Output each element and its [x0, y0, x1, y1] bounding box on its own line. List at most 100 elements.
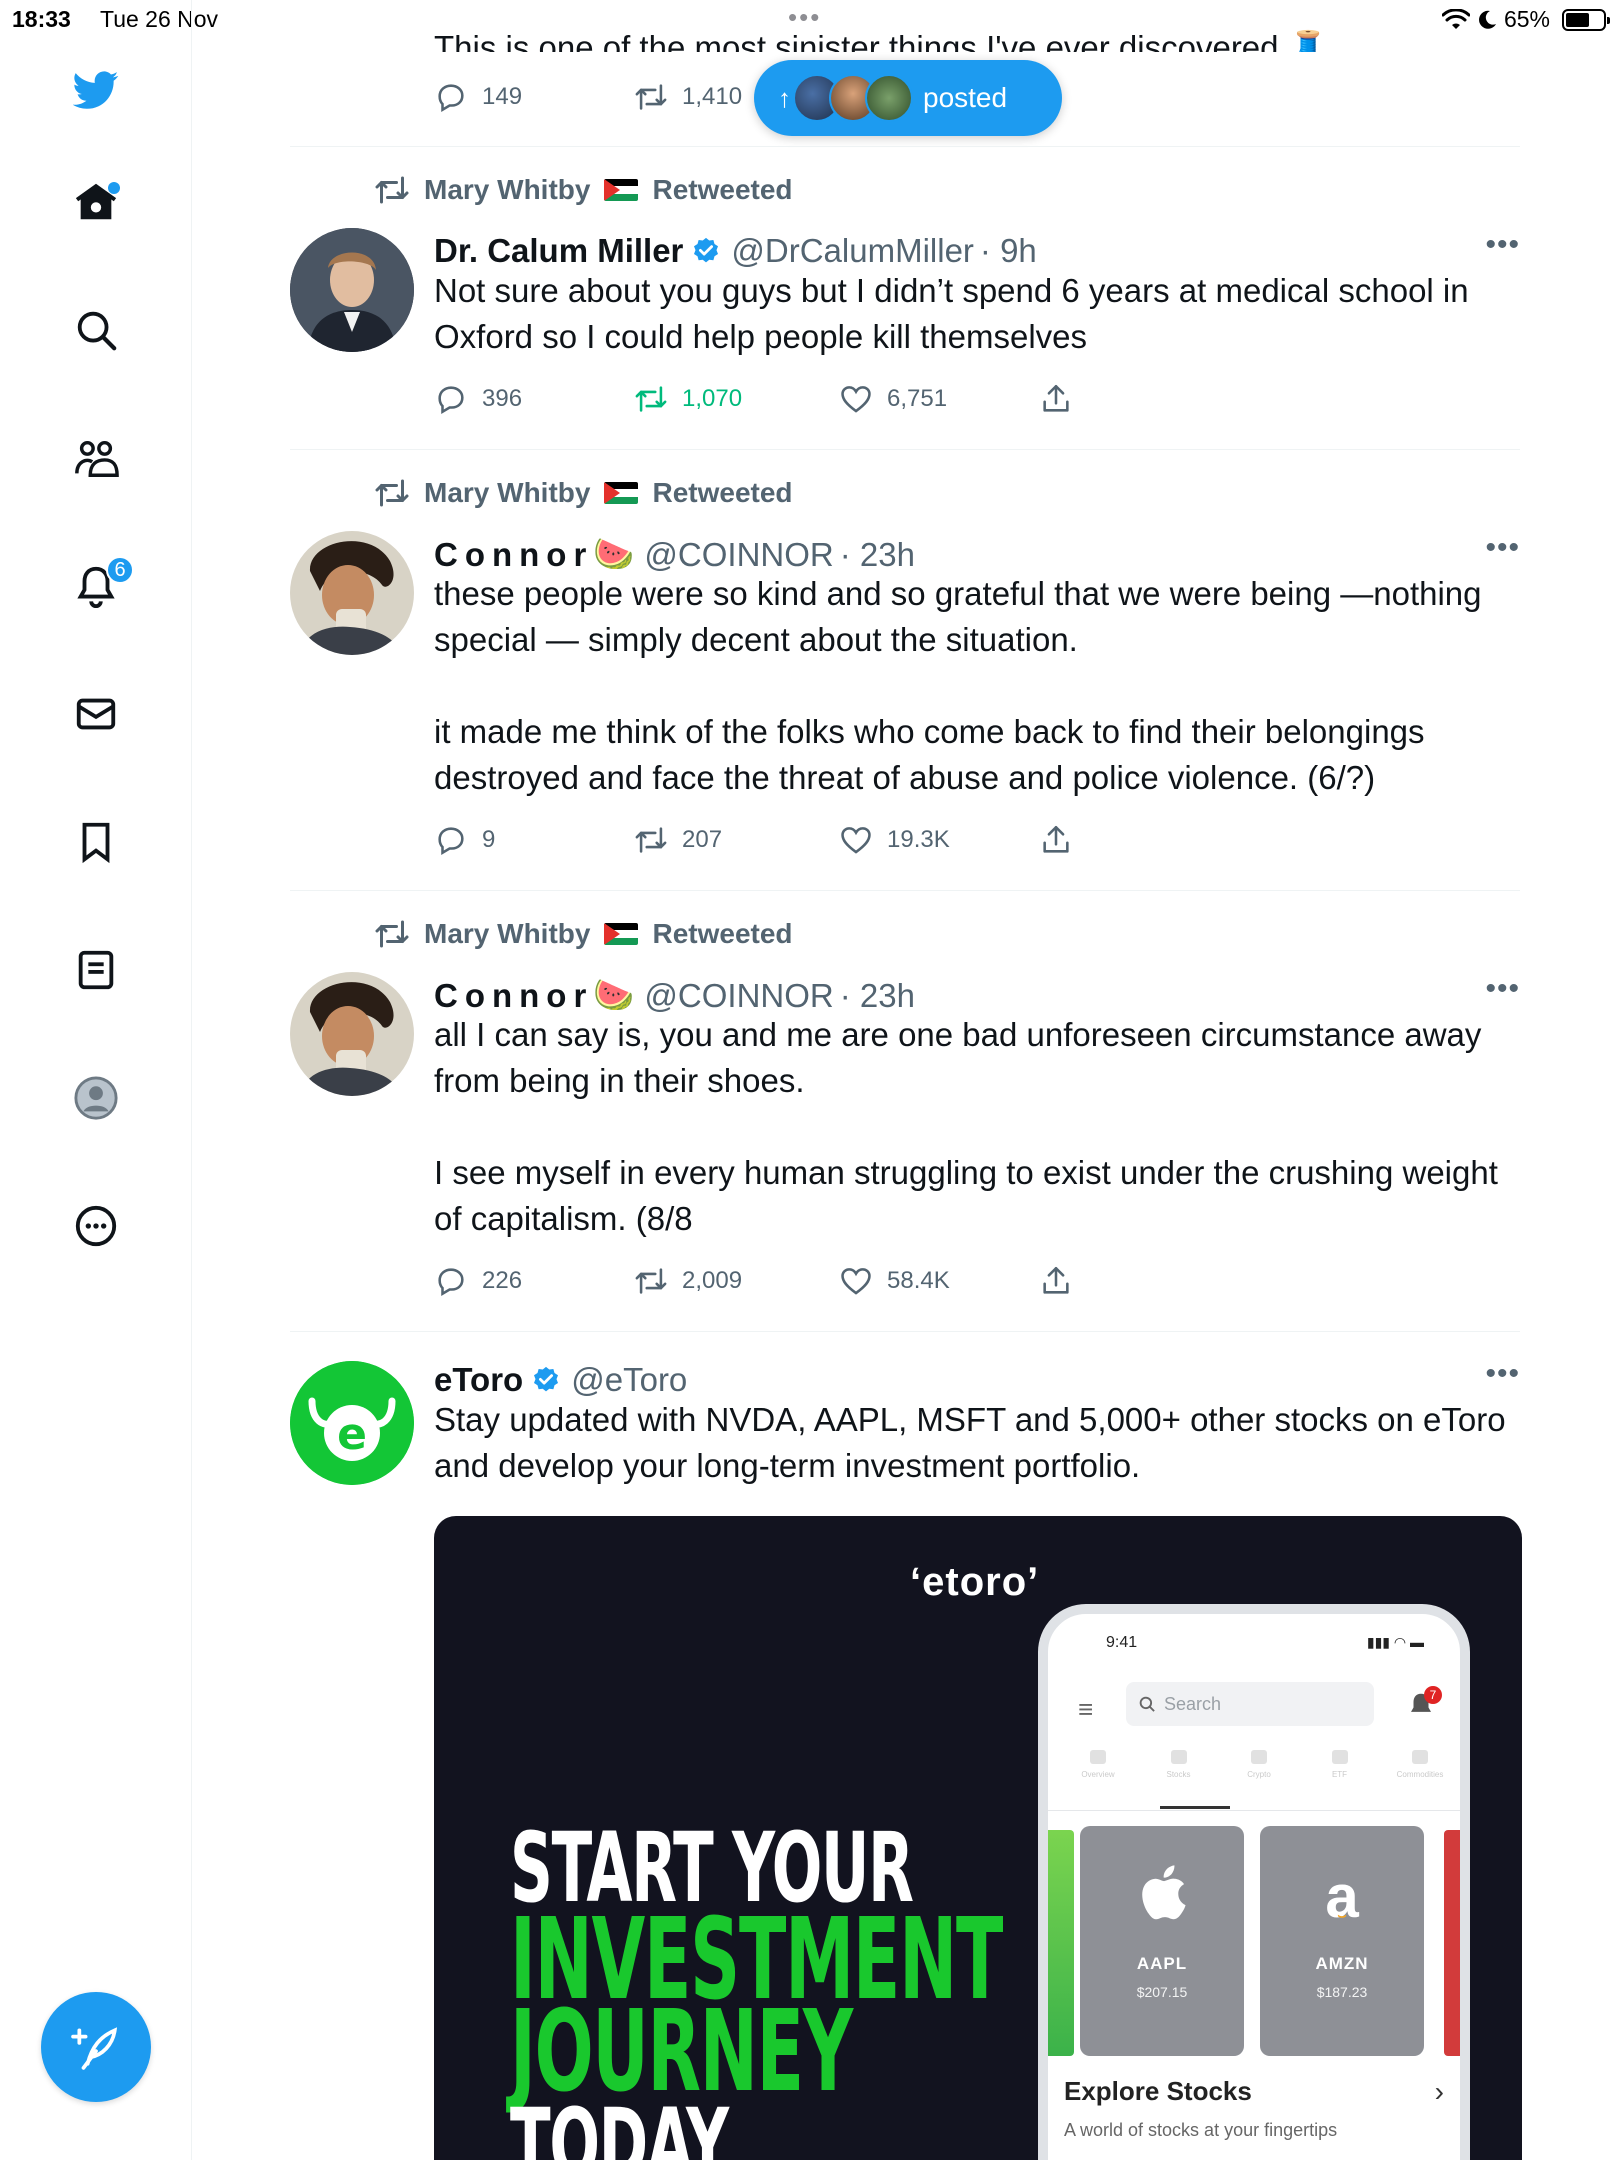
- more-options-icon[interactable]: •••: [1485, 228, 1520, 262]
- phone-tab: Crypto: [1229, 1750, 1289, 1802]
- svg-text:e: e: [337, 1409, 367, 1460]
- retweet-icon: [635, 386, 667, 412]
- search-icon: [1139, 1696, 1155, 1712]
- stock-card-partial: [1048, 1830, 1074, 2056]
- share-button[interactable]: [1039, 1264, 1073, 1298]
- retweeted-label: Retweeted: [652, 918, 793, 949]
- more-options-icon[interactable]: •••: [1485, 1357, 1520, 1391]
- tweet-paragraph: these people were so kind and so gratefu…: [434, 575, 1482, 658]
- heart-icon: [841, 827, 871, 854]
- stock-symbol: AMZN: [1315, 1954, 1369, 1973]
- like-count: 6,751: [887, 385, 948, 412]
- more-options-icon[interactable]: •••: [1485, 972, 1520, 1006]
- bookmark-icon[interactable]: [66, 812, 126, 872]
- like-button[interactable]: 6,751: [839, 382, 1039, 416]
- explore-title: Explore Stocks: [1064, 2076, 1252, 2106]
- tweet-body: Not sure about you guys but I didn’t spe…: [434, 268, 1514, 360]
- tweet-time[interactable]: · 23h: [840, 536, 915, 574]
- palestine-flag-icon: [604, 482, 639, 504]
- sidebar: 6: [0, 0, 192, 2160]
- ad-media-card[interactable]: ʻeToroʼ START YOUR INVESTMENT JOURNEY TO…: [434, 1516, 1522, 2160]
- retweet-button[interactable]: 2,009: [634, 1264, 839, 1298]
- tweet-header: Dr. Calum Miller @DrCalumMiller · 9h: [434, 232, 1037, 270]
- like-count: 19.3K: [887, 826, 950, 853]
- author-name[interactable]: Dr. Calum Miller: [434, 232, 683, 270]
- tweet[interactable]: Mary Whitby Retweeted Dr. Calum Miller @…: [290, 146, 1520, 449]
- moon-icon: [1479, 10, 1496, 29]
- verified-badge-icon: [534, 1366, 559, 1392]
- twitter-logo-icon[interactable]: [66, 60, 126, 120]
- reply-button[interactable]: 226: [434, 1264, 634, 1298]
- author-handle[interactable]: @eToro: [571, 1361, 687, 1399]
- apple-logo-icon: [1080, 1862, 1244, 1936]
- battery-icon: [1562, 8, 1610, 31]
- tweet-paragraph: Stay updated with NVDA, AAPL, MSFT and 5…: [434, 1401, 1506, 1484]
- avatar-portrait: [290, 228, 414, 352]
- bell-icon[interactable]: 6: [66, 556, 134, 616]
- share-icon: [1043, 1266, 1069, 1294]
- author-name[interactable]: eToro: [434, 1361, 523, 1399]
- author-handle[interactable]: @COINNOR: [644, 536, 833, 574]
- new-posts-pill[interactable]: ↑ posted: [754, 60, 1062, 136]
- phone-tab: Stocks: [1149, 1750, 1209, 1802]
- profile-icon[interactable]: [66, 1068, 126, 1128]
- tweet-paragraph: it made me think of the folks who come b…: [434, 713, 1425, 796]
- like-button[interactable]: 58.4K: [839, 1264, 1039, 1298]
- avatar[interactable]: [290, 531, 414, 655]
- author-name[interactable]: Connor: [434, 536, 593, 574]
- reply-button[interactable]: 9: [434, 823, 634, 857]
- ad-headline: START YOUR INVESTMENT JOURNEY TODAY: [510, 1820, 1003, 2160]
- more-circle-icon[interactable]: [66, 1196, 126, 1256]
- home-icon[interactable]: [66, 172, 126, 232]
- amazon-logo-icon: a ⌣: [1325, 1863, 1359, 1930]
- retweeter-name[interactable]: Mary Whitby: [424, 477, 590, 509]
- search-icon[interactable]: [66, 300, 126, 360]
- retweeter-name[interactable]: Mary Whitby: [424, 174, 590, 206]
- tweet-time[interactable]: · 9h: [980, 232, 1037, 270]
- retweeted-by-line: Mary Whitby Retweeted: [374, 916, 793, 952]
- share-button[interactable]: [1039, 382, 1073, 416]
- etoro-logo-avatar[interactable]: e: [290, 1361, 414, 1485]
- retweet-icon: [635, 84, 667, 110]
- verified-badge-icon: [694, 237, 719, 263]
- tweet[interactable]: Mary Whitby Retweeted Connor 🍉 @COINNOR …: [290, 449, 1520, 890]
- phone-bell-icon: 7: [1406, 1686, 1442, 1720]
- watermelon-emoji: 🍉: [593, 535, 635, 572]
- reply-button[interactable]: 149: [434, 80, 634, 114]
- retweet-button[interactable]: 1,070: [634, 382, 839, 416]
- phone-divider: [1048, 1810, 1460, 1811]
- reply-icon: [438, 386, 464, 415]
- mail-icon[interactable]: [66, 684, 126, 744]
- avatar[interactable]: [290, 972, 414, 1096]
- tweet-body: all I can say is, you and me are one bad…: [434, 1012, 1514, 1242]
- list-icon[interactable]: [66, 940, 126, 1000]
- phone-tab: Overview: [1068, 1750, 1128, 1802]
- author-handle[interactable]: @DrCalumMiller: [731, 232, 974, 270]
- like-button[interactable]: 19.3K: [839, 823, 1039, 857]
- retweeter-name[interactable]: Mary Whitby: [424, 918, 590, 950]
- palestine-flag-icon: [604, 923, 639, 945]
- stock-card: a ⌣ AMZN $187.23: [1260, 1826, 1424, 2056]
- share-icon: [1043, 825, 1069, 853]
- more-options-icon[interactable]: •••: [1485, 531, 1520, 565]
- stock-price: $207.15: [1136, 1984, 1188, 2000]
- compose-tweet-button[interactable]: [41, 1992, 151, 2102]
- tweet[interactable]: Mary Whitby Retweeted Connor 🍉 @COINNOR …: [290, 890, 1520, 1331]
- communities-icon[interactable]: [66, 428, 126, 488]
- ad-brand: eToro: [922, 1560, 1028, 1604]
- author-name[interactable]: Connor: [434, 977, 593, 1015]
- retweet-button[interactable]: 207: [634, 823, 839, 857]
- avatar: [865, 74, 913, 122]
- phone-search-placeholder: Search: [1164, 1693, 1222, 1714]
- share-button[interactable]: [1039, 823, 1073, 857]
- retweet-count: 2,009: [682, 1267, 743, 1294]
- author-handle[interactable]: @COINNOR: [644, 977, 833, 1015]
- avatar[interactable]: [290, 228, 414, 352]
- tweet-time[interactable]: · 23h: [840, 977, 915, 1015]
- heart-icon: [841, 1268, 871, 1295]
- tweet-header: Connor 🍉 @COINNOR · 23h: [434, 535, 915, 574]
- phone-tab: Commodities: [1390, 1750, 1450, 1802]
- phone-signal-icon: ▮▮▮ ◠ ▬: [1366, 1634, 1424, 1650]
- retweeted-label: Retweeted: [652, 174, 793, 205]
- reply-button[interactable]: 396: [434, 382, 634, 416]
